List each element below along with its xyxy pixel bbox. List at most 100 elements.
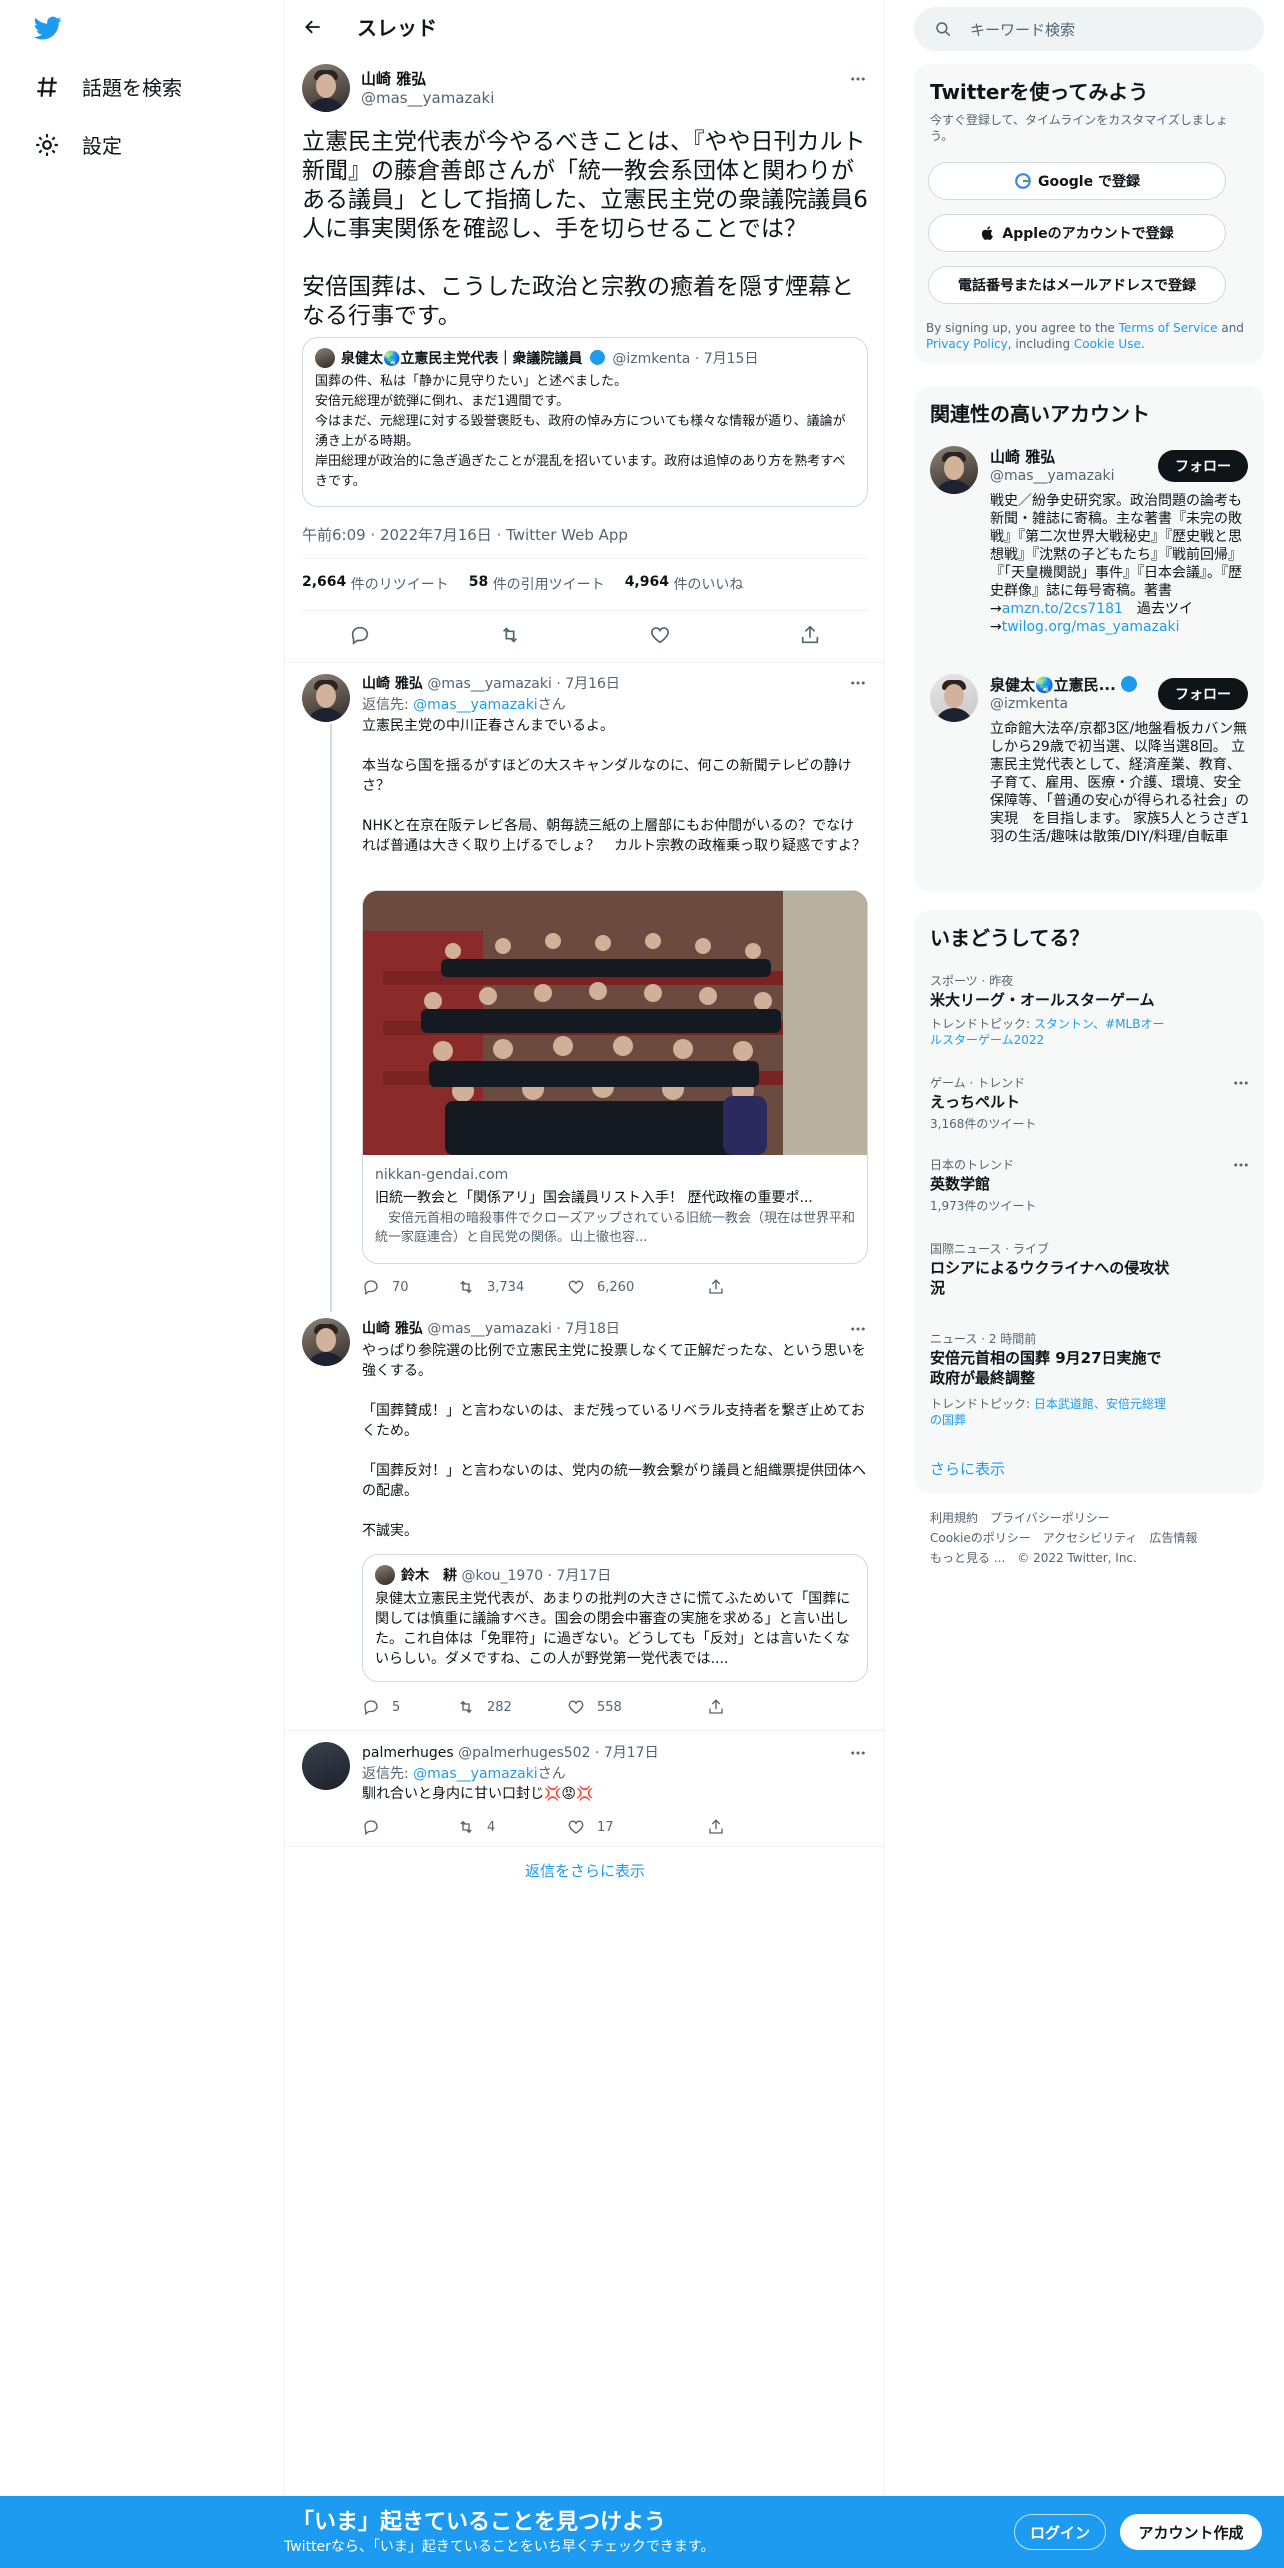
like-count[interactable]: 4,964 — [625, 574, 669, 594]
account-name[interactable]: 泉健太🌏立憲民... — [990, 676, 1116, 694]
author-handle[interactable]: @mas__yamazaki — [361, 89, 494, 107]
author-handle[interactable]: @palmerhuges502 — [458, 1745, 590, 1761]
reply-to-prefix: 返信先: — [362, 697, 414, 713]
footer-line[interactable]: Cookieのポリシー アクセシビリティ 広告情報 — [930, 1528, 1270, 1548]
card-domain: nikkan-gendai.com — [375, 1167, 509, 1183]
terms-link[interactable]: Terms of Service — [1119, 321, 1218, 335]
signup-title: Twitterを使ってみよう — [930, 80, 1149, 104]
privacy-link[interactable]: Privacy Policy — [926, 337, 1008, 351]
author-name[interactable]: palmerhuges — [362, 1745, 454, 1761]
reply-button[interactable] — [362, 1818, 457, 1836]
share-button[interactable] — [707, 1818, 737, 1836]
like-icon[interactable] — [649, 624, 671, 646]
author-name[interactable]: 山崎 雅弘 — [361, 68, 426, 89]
reply-button[interactable]: 70 — [362, 1278, 457, 1296]
reply-icon[interactable] — [349, 624, 371, 646]
retweet-button[interactable]: 3,734 — [457, 1278, 567, 1296]
account-handle[interactable]: @mas__yamazaki — [990, 468, 1115, 484]
tweet-timestamp[interactable]: 午前6:09 · 2022年7月16日 · Twitter Web App — [302, 524, 628, 545]
quoted-author-name: 鈴木 耕 — [401, 1568, 457, 1584]
retweet-button[interactable]: 4 — [457, 1818, 567, 1836]
author-handle[interactable]: @mas__yamazaki — [427, 676, 552, 692]
share-icon[interactable] — [799, 624, 821, 646]
footer-line[interactable]: もっと見る ... © 2022 Twitter, Inc. — [930, 1548, 1270, 1568]
account-name[interactable]: 山崎 雅弘 — [990, 446, 1055, 467]
more-icon[interactable] — [1232, 1156, 1250, 1174]
retweet-icon[interactable] — [499, 624, 521, 646]
tweet-date[interactable]: · 7月17日 — [595, 1745, 659, 1761]
retweet-button[interactable]: 282 — [457, 1698, 567, 1716]
trend-name: 米大リーグ・オールスターゲーム — [930, 991, 1155, 1009]
like-button[interactable]: 6,260 — [567, 1278, 707, 1296]
more-icon[interactable] — [849, 70, 867, 88]
quoted-tweet[interactable]: 泉健太🌏立憲民主党代表｜衆議院議員 @izmkenta · 7月15日 国葬の件… — [302, 337, 868, 507]
twitter-bird-icon[interactable] — [33, 14, 62, 42]
apple-signup-button[interactable]: Appleのアカウントで登録 — [928, 214, 1226, 252]
tweet-actions: 5 282 558 — [362, 1698, 782, 1716]
quoted-avatar — [315, 348, 335, 368]
thread-line — [330, 724, 332, 1312]
search-box[interactable]: キーワード検索 — [914, 7, 1264, 51]
like-count: 6,260 — [597, 1279, 635, 1295]
reply-count: 5 — [392, 1699, 401, 1715]
nav-explore[interactable]: 話題を検索 — [34, 72, 182, 101]
search-input[interactable]: キーワード検索 — [970, 19, 1075, 40]
follow-button[interactable]: フォロー — [1158, 450, 1248, 482]
retweet-count-label: 件のリツイート — [350, 577, 449, 593]
signup-panel: Twitterを使ってみよう 今すぐ登録して、タイムラインをカスタマイズしましょ… — [914, 64, 1264, 364]
avatar[interactable] — [302, 1742, 350, 1790]
divider — [285, 662, 885, 663]
reply-count: 70 — [392, 1279, 409, 1295]
more-icon[interactable] — [849, 1320, 867, 1338]
bio-link[interactable]: twilog.org/mas_yamazaki — [1002, 619, 1180, 635]
author-handle[interactable]: @mas__yamazaki — [427, 1321, 552, 1337]
phone-signup-label: 電話番号またはメールアドレスで登録 — [958, 278, 1196, 294]
trend-name: ロシアによるウクライナへの侵攻状況 — [930, 1259, 1170, 1297]
footer-links: 利用規約 プライバシーポリシー Cookieのポリシー アクセシビリティ 広告情… — [930, 1508, 1270, 1568]
author-name[interactable]: 山崎 雅弘 — [362, 676, 423, 692]
share-button[interactable] — [707, 1278, 737, 1296]
trends-show-more[interactable]: さらに表示 — [930, 1458, 1005, 1479]
login-button[interactable]: ログイン — [1014, 2514, 1106, 2550]
link-card[interactable]: nikkan-gendai.com 旧統一教会と「関係アリ」国会議員リスト入手！… — [362, 890, 868, 1264]
retweet-count: 282 — [487, 1699, 512, 1715]
footer-line[interactable]: 利用規約 プライバシーポリシー — [930, 1508, 1270, 1528]
account-handle[interactable]: @izmkenta — [990, 696, 1068, 712]
share-button[interactable] — [707, 1698, 737, 1716]
avatar[interactable] — [302, 64, 350, 112]
like-button[interactable]: 17 — [567, 1818, 707, 1836]
quote-count[interactable]: 58 — [469, 574, 488, 594]
trend-meta: 国際ニュース · ライブ — [930, 1242, 1049, 1256]
reply-to-link[interactable]: @mas__yamazaki — [413, 1766, 538, 1782]
signup-button[interactable]: アカウント作成 — [1120, 2514, 1262, 2550]
more-icon[interactable] — [1232, 1074, 1250, 1092]
gear-icon — [36, 133, 58, 156]
author-name[interactable]: 山崎 雅弘 — [362, 1321, 423, 1337]
more-icon[interactable] — [849, 674, 867, 692]
avatar[interactable] — [302, 1318, 350, 1366]
show-more-replies-link[interactable]: 返信をさらに表示 — [285, 1860, 885, 1881]
avatar[interactable] — [930, 674, 978, 722]
trend-sub-prefix: トレンドトピック: — [930, 1017, 1034, 1031]
phone-email-signup-button[interactable]: 電話番号またはメールアドレスで登録 — [928, 266, 1226, 304]
reply-button[interactable]: 5 — [362, 1698, 457, 1716]
cookie-link[interactable]: Cookie Use — [1074, 337, 1141, 351]
avatar[interactable] — [930, 446, 978, 494]
tweet-date[interactable]: · 7月16日 — [556, 676, 620, 692]
follow-button[interactable]: フォロー — [1158, 678, 1248, 710]
related-title: 関連性の高いアカウント — [930, 402, 1150, 426]
google-signup-button[interactable]: Google で登録 — [928, 162, 1226, 200]
nav-settings[interactable]: 設定 — [34, 130, 122, 159]
retweet-count[interactable]: 2,664 — [302, 574, 346, 594]
more-icon[interactable] — [849, 1744, 867, 1762]
reply-to-link[interactable]: @mas__yamazaki — [413, 697, 538, 713]
quoted-date: · 7月15日 — [694, 351, 759, 367]
avatar[interactable] — [302, 674, 350, 722]
google-signup-label: Google で登録 — [1038, 174, 1140, 190]
like-button[interactable]: 558 — [567, 1698, 707, 1716]
trends-title: いまどうしてる？ — [930, 926, 1090, 950]
bio-link[interactable]: amzn.to/2cs7181 — [1002, 601, 1123, 617]
back-arrow-icon[interactable] — [303, 17, 323, 37]
quoted-tweet[interactable]: 鈴木 耕 @kou_1970 · 7月17日 泉健太立憲民主党代表が、あまりの批… — [362, 1554, 868, 1682]
tweet-date[interactable]: · 7月18日 — [556, 1321, 620, 1337]
